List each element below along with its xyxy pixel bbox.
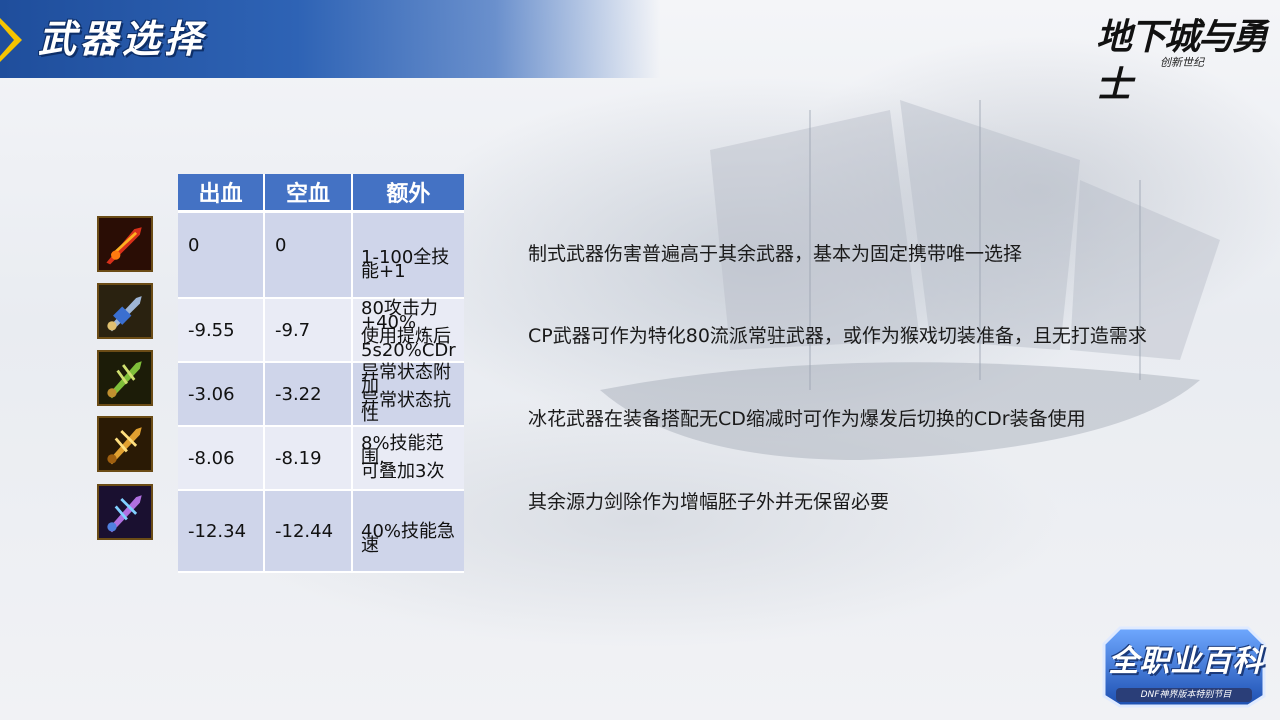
bleed-value: 0 [178,211,265,299]
table-row: -12.34 -12.44 40%技能急速 [178,490,464,573]
empty-value: -3.22 [264,362,353,427]
note-ice-flower-weapon: 冰花武器在装备搭配无CD缩减时可作为爆发后切换的CDr装备使用 [528,408,1086,430]
badge-subtitle: DNF神界版本特别节目 [1140,690,1232,700]
column-header-bleed: 出血 [178,174,265,213]
extra-note: 40%技能急速 [352,490,464,573]
bleed-value: -8.06 [178,426,265,491]
extra-note: 8%技能范围, 可叠加3次 [352,426,464,491]
mech-sword-icon [97,283,153,339]
empty-value: 0 [264,211,353,299]
empty-value: -9.7 [264,298,353,363]
gold-sword-icon [97,416,153,472]
note-cp-weapon: CP武器可作为特化80流派常驻武器，或作为猴戏切装准备，且无打造需求 [528,325,1147,347]
column-header-empty: 空血 [264,174,353,213]
empty-value: -8.19 [264,426,353,491]
note-other-source-swords: 其余源力剑除作为增幅胚子外并无保留必要 [528,491,890,513]
airship-background-illustration [600,100,1220,460]
bleed-value: -12.34 [178,490,265,573]
badge-title: 全职业百科 [1108,644,1264,679]
extra-note: 1-100全技能+1 [352,211,464,299]
green-sword-icon [97,350,153,406]
game-logo-subtitle: 创新世纪 [1160,56,1204,69]
table-row: -3.06 -3.22 异常状态附加 异常状态抗性 [178,362,464,427]
column-header-extra: 额外 [352,174,464,213]
bleed-value: -3.06 [178,362,265,427]
page-title: 武器选择 [38,17,207,61]
table-header-row: 出血 空血 额外 [178,174,464,213]
empty-value: -12.44 [264,490,353,573]
weapon-comparison-table: 出血 空血 额外 0 0 1-100全技能+1 -9.55 -9.7 80攻击力… [178,174,464,573]
bleed-value: -9.55 [178,298,265,363]
extra-note: 80攻击力+40% 使用提炼后 5s20%CDr [352,298,464,363]
note-standard-weapon: 制式武器伤害普遍高于其余武器，基本为固定携带唯一选择 [528,243,1023,265]
header-arrow-icon [0,18,22,62]
flame-sword-icon [97,216,153,272]
ice-sword-icon [97,484,153,540]
table-row: 0 0 1-100全技能+1 [178,211,464,299]
extra-note: 异常状态附加 异常状态抗性 [352,362,464,427]
table-row: -9.55 -9.7 80攻击力+40% 使用提炼后 5s20%CDr [178,298,464,363]
table-row: -8.06 -8.19 8%技能范围, 可叠加3次 [178,426,464,491]
